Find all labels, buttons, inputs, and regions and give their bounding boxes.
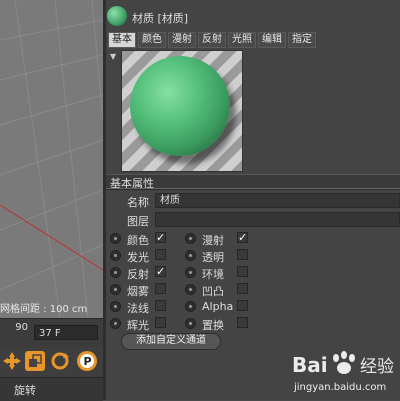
tab-diffusion[interactable]: 漫射 bbox=[168, 32, 196, 48]
channel-normal-label: 法线 bbox=[127, 302, 149, 315]
channel-displacement-radio[interactable] bbox=[185, 318, 196, 329]
channel-displacement-checkbox[interactable] bbox=[237, 317, 248, 328]
viewport-grid bbox=[0, 0, 103, 318]
tab-color[interactable]: 颜色 bbox=[138, 32, 166, 48]
channel-alpha-label: Alpha bbox=[202, 300, 234, 313]
tab-editor[interactable]: 编辑 bbox=[258, 32, 286, 48]
channel-environment-checkbox[interactable] bbox=[237, 266, 248, 277]
channel-color-checkbox[interactable] bbox=[155, 232, 166, 243]
channel-fog-checkbox[interactable] bbox=[155, 283, 166, 294]
material-title: 材质 [材质] bbox=[132, 12, 189, 25]
channel-color-radio[interactable] bbox=[110, 233, 121, 244]
layer-field[interactable] bbox=[155, 212, 400, 227]
current-frame-field[interactable]: 37 F bbox=[34, 325, 98, 340]
channel-bump-radio[interactable] bbox=[185, 284, 196, 295]
channel-alpha-checkbox[interactable] bbox=[237, 300, 248, 311]
parameter-icon[interactable]: P bbox=[77, 351, 97, 371]
watermark-url: jingyan.baidu.com bbox=[294, 382, 387, 393]
channel-diffusion-radio[interactable] bbox=[185, 233, 196, 244]
channel-reflection-checkbox[interactable] bbox=[155, 266, 166, 277]
frame-start-value: 90 bbox=[15, 322, 28, 333]
channel-transparency-checkbox[interactable] bbox=[237, 249, 248, 260]
name-field[interactable]: 材质 bbox=[155, 193, 400, 208]
preview-menu-arrow-icon[interactable]: ▼ bbox=[110, 52, 116, 61]
tab-basic[interactable]: 基本 bbox=[108, 32, 136, 48]
channel-normal-radio[interactable] bbox=[110, 301, 121, 312]
channel-environment-radio[interactable] bbox=[185, 267, 196, 278]
tab-illumination[interactable]: 光照 bbox=[228, 32, 256, 48]
channel-color-label: 颜色 bbox=[127, 234, 149, 247]
move-icon[interactable] bbox=[2, 351, 22, 371]
scale-icon[interactable] bbox=[25, 351, 45, 371]
tab-reflection[interactable]: 反射 bbox=[198, 32, 226, 48]
channel-bump-checkbox[interactable] bbox=[237, 283, 248, 294]
channel-bump-label: 凹凸 bbox=[202, 285, 224, 298]
channel-environment-label: 环境 bbox=[202, 268, 224, 281]
current-tool-label: 旋转 bbox=[14, 384, 36, 397]
channel-glow-checkbox[interactable] bbox=[155, 317, 166, 328]
channel-luminance-checkbox[interactable] bbox=[155, 249, 166, 260]
channel-alpha-radio[interactable] bbox=[185, 301, 196, 312]
channel-reflection-label: 反射 bbox=[127, 268, 149, 281]
channel-diffusion-checkbox[interactable] bbox=[237, 232, 248, 243]
preview-sphere bbox=[130, 56, 230, 156]
rotate-icon[interactable] bbox=[50, 351, 70, 371]
channel-displacement-label: 置换 bbox=[202, 319, 224, 332]
channel-glow-label: 辉光 bbox=[127, 319, 149, 332]
3d-viewport[interactable]: 网格间距 : 100 cm bbox=[0, 0, 103, 318]
svg-text:Bai: Bai bbox=[292, 353, 328, 377]
channel-glow-radio[interactable] bbox=[110, 318, 121, 329]
channel-fog-radio[interactable] bbox=[110, 284, 121, 295]
grid-spacing-readout: 网格间距 : 100 cm bbox=[0, 304, 88, 315]
layer-label: 图层 bbox=[127, 215, 149, 228]
channel-diffusion-label: 漫射 bbox=[202, 234, 224, 247]
channel-transparency-radio[interactable] bbox=[185, 250, 196, 261]
channel-fog-label: 烟雾 bbox=[127, 285, 149, 298]
tab-assign[interactable]: 指定 bbox=[288, 32, 316, 48]
channel-luminance-label: 发光 bbox=[127, 251, 149, 264]
add-custom-channel-button[interactable]: 添加自定义通道 bbox=[121, 333, 221, 350]
section-divider bbox=[106, 188, 400, 189]
playback-toolbar: P bbox=[0, 347, 103, 377]
channel-transparency-label: 透明 bbox=[202, 251, 224, 264]
channel-reflection-radio[interactable] bbox=[110, 267, 121, 278]
svg-text:经验: 经验 bbox=[360, 357, 394, 377]
name-label: 名称 bbox=[127, 196, 149, 209]
material-swatch-icon bbox=[107, 6, 127, 26]
channel-luminance-radio[interactable] bbox=[110, 250, 121, 261]
channel-normal-checkbox[interactable] bbox=[155, 300, 166, 311]
svg-text:P: P bbox=[84, 355, 92, 368]
